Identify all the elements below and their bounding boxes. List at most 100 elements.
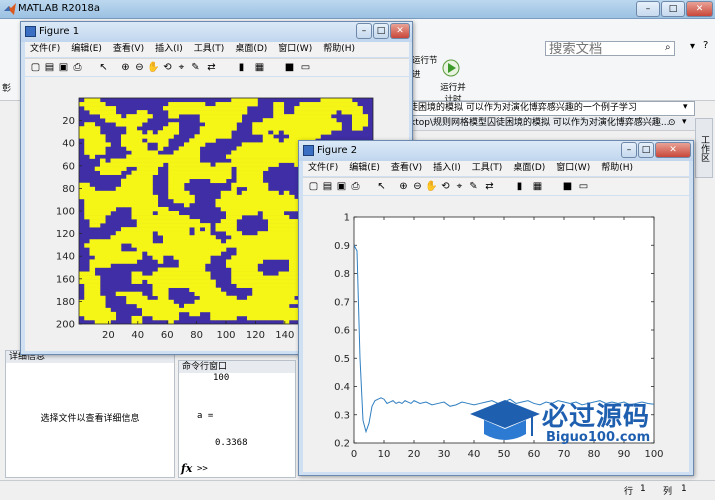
cooperator-cell	[189, 247, 195, 252]
cooperator-cell	[252, 243, 258, 248]
figure-2-titlebar[interactable]: Figure 2 – □ ✕	[299, 141, 693, 161]
pan-icon[interactable]: ✋	[147, 61, 160, 74]
close-button[interactable]: ✕	[655, 142, 691, 158]
cooperator-cell	[273, 190, 279, 196]
zoom-in-icon[interactable]: ⊕	[119, 61, 132, 74]
pointer-icon[interactable]: ↖	[97, 61, 110, 74]
close-button[interactable]: ✕	[686, 1, 713, 17]
cooperator-cell	[231, 154, 237, 159]
menu-item[interactable]: 编辑(E)	[71, 42, 102, 57]
zoom-out-icon[interactable]: ⊖	[411, 180, 424, 193]
brush-icon[interactable]: ✎	[467, 180, 480, 193]
command-prompt[interactable]: >>	[197, 464, 208, 474]
show-tools-icon[interactable]: ▭	[299, 61, 312, 74]
data-cursor-icon[interactable]: ⌖	[453, 180, 466, 193]
cooperator-cell	[205, 126, 211, 131]
menu-item[interactable]: 帮助(H)	[601, 161, 633, 176]
cooperator-cell	[157, 158, 164, 163]
run-and-time-icon[interactable]	[442, 59, 460, 77]
cooperator-cell	[173, 223, 180, 228]
function-browser-icon[interactable]: fx	[181, 462, 192, 475]
cooperator-cell	[226, 206, 232, 212]
menu-item[interactable]: 插入(I)	[155, 42, 183, 57]
run-section-label[interactable]: 运行节	[412, 54, 438, 66]
zoom-in-icon[interactable]: ⊕	[397, 180, 410, 193]
menu-item[interactable]: 帮助(H)	[323, 42, 355, 57]
maximize-button[interactable]: □	[373, 23, 389, 39]
menu-item[interactable]: 编辑(E)	[349, 161, 380, 176]
search-input[interactable]	[545, 41, 675, 56]
cooperator-cell	[215, 130, 222, 135]
workspace-tab[interactable]: 工作区	[695, 118, 713, 178]
menu-item[interactable]: 桌面(D)	[513, 161, 545, 176]
open-file-icon[interactable]: ▤	[321, 180, 334, 193]
doc-bar-collapse-icon[interactable]: ▾	[682, 117, 687, 127]
brush-icon[interactable]: ✎	[189, 61, 202, 74]
menu-item[interactable]: 桌面(D)	[235, 42, 267, 57]
command-window[interactable]: 命令行窗口 100 a = 0.3368 fx >>	[178, 360, 296, 478]
menu-item[interactable]: 窗口(W)	[278, 42, 312, 57]
maximize-button[interactable]: □	[638, 142, 654, 158]
pointer-icon[interactable]: ↖	[375, 180, 388, 193]
print-icon[interactable]: ⎙	[71, 61, 84, 74]
cooperator-cell	[247, 154, 253, 159]
search-icon[interactable]: ⌕	[665, 42, 671, 53]
colorbar-icon[interactable]: ▮	[235, 61, 248, 74]
menu-item[interactable]: 文件(F)	[308, 161, 338, 176]
colorbar-icon[interactable]: ▮	[513, 180, 526, 193]
run-advance-label[interactable]: 进	[412, 68, 421, 80]
hide-tools-icon[interactable]: ■	[561, 180, 574, 193]
cooperator-cell	[136, 186, 143, 192]
legend-icon[interactable]: ▦	[531, 180, 544, 193]
minimize-button[interactable]: –	[356, 23, 372, 39]
menu-item[interactable]: 查看(V)	[391, 161, 422, 176]
menu-item[interactable]: 插入(I)	[433, 161, 461, 176]
data-cursor-icon[interactable]: ⌖	[175, 61, 188, 74]
rotate-icon[interactable]: ⟲	[161, 61, 174, 74]
link-icon[interactable]: ⇄	[205, 61, 218, 74]
cooperator-cell	[157, 154, 164, 159]
save-icon[interactable]: ▣	[57, 61, 70, 74]
legend-icon[interactable]: ▦	[253, 61, 266, 74]
menu-item[interactable]: 窗口(W)	[556, 161, 590, 176]
zoom-out-icon[interactable]: ⊖	[133, 61, 146, 74]
minimize-button[interactable]: –	[621, 142, 637, 158]
cooperator-cell	[94, 303, 101, 309]
maximize-button[interactable]: □	[661, 1, 685, 17]
collapse-toolstrip-icon[interactable]: ▾	[690, 41, 695, 52]
cooperator-cell	[110, 206, 117, 212]
figure-1-titlebar[interactable]: Figure 1 – □ ✕	[21, 22, 412, 42]
cooperator-cell	[136, 158, 143, 163]
open-file-icon[interactable]: ▤	[43, 61, 56, 74]
close-button[interactable]: ✕	[390, 23, 410, 39]
minimize-button[interactable]: –	[636, 1, 660, 17]
doc-bar-menu-icon[interactable]: ⊙	[668, 118, 676, 128]
menu-item[interactable]: 工具(T)	[472, 161, 503, 176]
cooperator-cell	[352, 110, 358, 115]
pan-icon[interactable]: ✋	[425, 180, 438, 193]
menu-item[interactable]: 文件(F)	[30, 42, 60, 57]
rotate-icon[interactable]: ⟲	[439, 180, 452, 193]
cooperator-cell	[320, 98, 327, 103]
cooperator-cell	[273, 315, 279, 321]
menu-item[interactable]: 查看(V)	[113, 42, 144, 57]
cooperator-cell	[199, 126, 206, 131]
cooperator-cell	[257, 275, 264, 280]
cooperator-cell	[278, 271, 285, 276]
hide-tools-icon[interactable]: ■	[283, 61, 296, 74]
cooperator-cell	[168, 247, 174, 252]
print-icon[interactable]: ⎙	[349, 180, 362, 193]
path-dropdown-icon[interactable]: ▾	[683, 102, 688, 112]
cooperator-cell	[205, 295, 211, 301]
link-icon[interactable]: ⇄	[483, 180, 496, 193]
new-file-icon[interactable]: ▢	[307, 180, 320, 193]
cooperator-cell	[142, 154, 148, 159]
show-tools-icon[interactable]: ▭	[577, 180, 590, 193]
menu-item[interactable]: 工具(T)	[194, 42, 225, 57]
help-icon[interactable]: ?	[703, 40, 708, 51]
current-folder-bar[interactable]: 徒困境的模拟 可以作为对演化博弈感兴趣的一个例子学习	[400, 101, 695, 116]
cooperator-cell	[252, 202, 258, 208]
cooperator-cell	[247, 275, 253, 280]
new-file-icon[interactable]: ▢	[29, 61, 42, 74]
save-icon[interactable]: ▣	[335, 180, 348, 193]
